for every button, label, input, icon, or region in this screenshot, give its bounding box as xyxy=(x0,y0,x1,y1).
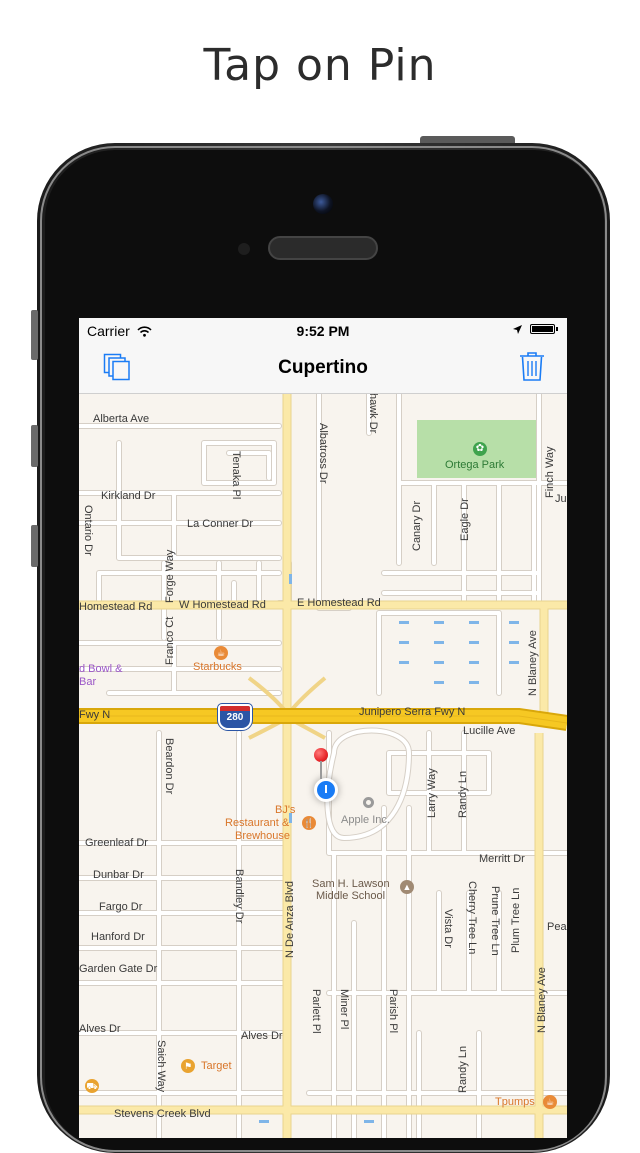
street-larry-way: Larry Way xyxy=(426,768,438,818)
interstate-280-shield: 280 xyxy=(218,704,252,730)
street-hawk-dr: hawk Dr xyxy=(367,393,379,434)
street-alves-dr-left: Alves Dr xyxy=(79,1023,121,1035)
nav-title: Cupertino xyxy=(278,357,368,378)
proximity-sensor xyxy=(238,243,250,255)
street-junipero-serra-fwy-n: Junipero Serra Fwy N xyxy=(359,706,466,718)
poi-ortega-park[interactable]: Ortega Park xyxy=(445,459,504,471)
street-n-blaney-ave-bottom: N Blaney Ave xyxy=(536,967,548,1033)
street-dunbar-dr: Dunbar Dr xyxy=(93,869,144,881)
street-plum-tree-ln: Plum Tree Ln xyxy=(510,887,522,953)
map-pin[interactable] xyxy=(314,748,330,788)
restaurant-icon: 🍴 xyxy=(302,816,316,830)
street-tenaka-pl: Tenaka Pl xyxy=(230,451,242,500)
street-kirkland-dr: Kirkland Dr xyxy=(101,490,156,502)
map-view[interactable]: ✿ Ortega Park Alberta Ave Tenaka Pl Alba… xyxy=(79,390,567,1138)
mute-switch xyxy=(31,310,38,360)
street-ju: Ju xyxy=(555,493,567,505)
street-merritt-dr: Merritt Dr xyxy=(479,853,525,865)
street-n-de-anza-blvd: N De Anza Blvd xyxy=(284,880,296,958)
street-lucille-ave: Lucille Ave xyxy=(463,725,516,737)
poi-bowl-line2[interactable]: Bar xyxy=(79,676,96,688)
street-bandley-dr: Bandley Dr xyxy=(233,869,245,924)
street-pea: Pea xyxy=(547,921,567,933)
street-forge-way: Forge Way xyxy=(164,549,176,603)
poi-apple-inc[interactable]: Apple Inc. xyxy=(341,814,390,826)
street-stevens-creek-blvd: Stevens Creek Blvd xyxy=(114,1108,211,1120)
page-caption: Tap on Pin xyxy=(203,40,437,91)
cafe-icon: ☕ xyxy=(543,1095,557,1109)
navigation-bar: Carrier 9:52 PM Cupertino xyxy=(79,318,567,394)
street-saich-way: Saich Way xyxy=(155,1040,167,1093)
poi-school-line1[interactable]: Sam H. Lawson xyxy=(312,878,390,890)
poi-bjs-line2[interactable]: Restaurant & xyxy=(225,817,289,829)
poi-starbucks[interactable]: Starbucks xyxy=(193,661,242,673)
street-alberta-ave: Alberta Ave xyxy=(93,413,150,425)
location-arrow-icon xyxy=(513,325,522,334)
street-albatross-dr: Albatross Dr xyxy=(317,423,329,484)
street-prune-tree-ln: Prune Tree Ln xyxy=(489,886,501,956)
status-time: 9:52 PM xyxy=(296,323,350,339)
street-parish-pl: Parish Pl xyxy=(387,989,399,1034)
front-camera xyxy=(313,194,333,214)
phone-screen: ✿ Ortega Park Alberta Ave Tenaka Pl Alba… xyxy=(79,318,567,1138)
poi-school-line2[interactable]: Middle School xyxy=(316,890,385,902)
street-canary-dr: Canary Dr xyxy=(411,500,423,551)
street-eagle-dr: Eagle Dr xyxy=(459,498,471,541)
street-vista-dr: Vista Dr xyxy=(442,909,454,948)
street-franco-ct: Franco Ct xyxy=(164,616,176,665)
street-hanford-dr: Hanford Dr xyxy=(91,931,145,943)
earpiece-speaker xyxy=(268,236,378,260)
street-randy-ln-top: Randy Ln xyxy=(457,770,469,818)
poi-bjs-line3[interactable]: Brewhouse xyxy=(235,830,290,842)
tree-icon: ✿ xyxy=(473,442,487,456)
street-n-blaney-ave-top: N Blaney Ave xyxy=(527,630,539,696)
street-homestead-rd-left: Homestead Rd xyxy=(79,601,153,613)
street-cherry-tree-ln: Cherry Tree Ln xyxy=(466,881,478,955)
apple-place-icon xyxy=(363,797,374,808)
pin-needle xyxy=(320,761,322,779)
poi-target[interactable]: Target xyxy=(201,1060,232,1072)
street-e-homestead-rd: E Homestead Rd xyxy=(297,597,381,609)
street-parlett-pl: Parlett Pl xyxy=(310,989,322,1034)
coffee-icon: ☕ xyxy=(214,646,228,660)
street-w-homestead-rd: W Homestead Rd xyxy=(179,599,266,611)
volume-up-button xyxy=(31,425,38,467)
cart-icon: ⛟ xyxy=(85,1079,99,1093)
battery-icon xyxy=(530,324,558,334)
trash-icon[interactable] xyxy=(519,351,545,381)
street-miner-pl: Miner Pl xyxy=(338,989,350,1030)
street-ontario-dr: Ontario Dr xyxy=(82,505,94,556)
volume-down-button xyxy=(31,525,38,567)
school-icon: ▲ xyxy=(400,880,414,894)
street-alves-dr-right: Alves Dr xyxy=(241,1030,283,1042)
poi-tpumps[interactable]: Tpumps xyxy=(495,1096,535,1108)
street-garden-gate-dr: Garden Gate Dr xyxy=(79,963,158,975)
street-beardon-dr: Beardon Dr xyxy=(163,738,175,795)
street-fargo-dr: Fargo Dr xyxy=(99,901,143,913)
street-greenleaf-dr: Greenleaf Dr xyxy=(85,837,148,849)
poi-bowl-line1[interactable]: d Bowl & xyxy=(79,663,122,675)
pin-head xyxy=(314,748,328,762)
shopping-icon: ⚑ xyxy=(181,1059,195,1073)
street-finch-way: Finch Way xyxy=(544,446,556,498)
street-fwy-n-left: Fwy N xyxy=(79,709,111,721)
street-la-conner-dr: La Conner Dr xyxy=(187,518,254,530)
interstate-number: 280 xyxy=(226,712,244,723)
street-randy-ln-bottom: Randy Ln xyxy=(457,1045,469,1093)
poi-bjs-line1[interactable]: BJ's xyxy=(275,804,295,816)
